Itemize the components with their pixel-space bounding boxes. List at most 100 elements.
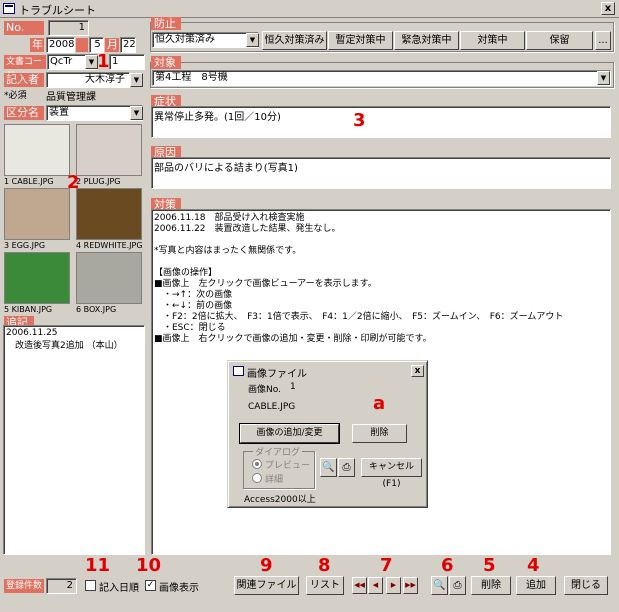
- last-record-icon[interactable]: ▶▶: [403, 577, 418, 594]
- thumbnail-label: 6 BOX.JPG: [76, 305, 117, 314]
- required-note: *必須: [4, 91, 27, 101]
- target-select[interactable]: 第4工程 8号機: [152, 70, 611, 86]
- image-file-dialog: 画像ファイル x 画像No. 1 CABLE.JPG a 画像の追加/変更 削除…: [227, 360, 428, 508]
- preview-icon[interactable]: 🔍: [431, 576, 448, 595]
- prevent-btn-inprogress[interactable]: 対策中: [460, 31, 525, 50]
- prevent-btn-hold[interactable]: 保留: [526, 31, 593, 50]
- thumbnail-label: 4 REDWHITE.JPG: [76, 241, 143, 250]
- annotation-3: 3: [353, 110, 366, 131]
- author-label: 記入者: [4, 73, 44, 87]
- dialog-group-label: ダイアログ: [253, 445, 303, 458]
- category-label: 区分名: [4, 106, 44, 120]
- count-label: 登録件数: [4, 579, 44, 593]
- prevent-more-button[interactable]: ...: [595, 31, 611, 50]
- thumbnail-label: 5 KIBAN.JPG: [4, 305, 53, 314]
- sort-by-date-checkbox[interactable]: [85, 580, 96, 591]
- thumbnail-grid: 1 CABLE.JPG 2 PLUG.JPG 3 EGG.JPG 4 REDWHITE…: [4, 124, 145, 318]
- target-label: 対象: [151, 56, 181, 69]
- dialog-titlebar: 画像ファイル x: [231, 364, 424, 380]
- measure-line: [154, 235, 608, 246]
- notes-textarea[interactable]: 2006.11.25 改造後写真2追加 （本山）: [3, 325, 145, 555]
- notes-text: 改造後写真2追加 （本山）: [6, 341, 123, 351]
- dialog-close-button[interactable]: x: [411, 365, 424, 377]
- measure-lines: 2006.11.18 部品受け入れ検査実施 2006.11.22 装置改造した結果…: [154, 213, 608, 345]
- symptom-textarea[interactable]: 異常停止多発。(1回／10分): [151, 106, 611, 138]
- dept-text: 品質管理課: [46, 92, 96, 103]
- annotation-1: 1: [97, 51, 110, 72]
- window-close-button[interactable]: x: [601, 2, 615, 15]
- close-button[interactable]: 閉じる: [564, 576, 608, 595]
- annotation-5: 5: [483, 555, 496, 576]
- category-dropdown-icon[interactable]: ▼: [130, 106, 143, 120]
- show-image-label: 画像表示: [159, 583, 199, 594]
- thumbnail-label: 2 PLUG.JPG: [76, 177, 121, 186]
- thumbnail-image[interactable]: [76, 124, 142, 176]
- first-record-icon[interactable]: ◀◀: [352, 577, 367, 594]
- thumbnail-image[interactable]: [4, 188, 70, 240]
- annotation-a: a: [373, 393, 386, 414]
- annotation-9: 9: [260, 555, 273, 576]
- author-dropdown-icon[interactable]: ▼: [130, 73, 143, 87]
- thumbnail-label: 1 CABLE.JPG: [4, 177, 54, 186]
- category-select[interactable]: 装置: [46, 105, 143, 121]
- measure-line: ■画像上 右クリックで画像の追加・変更・削除・印刷が可能です。: [154, 334, 432, 344]
- month-field[interactable]: 5: [89, 37, 104, 53]
- measure-line: 【画像の操作】: [154, 268, 218, 278]
- dialog-add-change-button[interactable]: 画像の追加/変更: [239, 423, 340, 444]
- prev-record-icon[interactable]: ◀: [368, 577, 383, 594]
- measure-line: 2006.11.22 装置改造した結果、発生なし。: [154, 224, 341, 234]
- measure-line: [154, 257, 608, 268]
- annotation-4: 4: [527, 555, 540, 576]
- doccode-label: 文書コード: [4, 55, 46, 81]
- prevent-btn-temporary[interactable]: 暫定対策中: [328, 31, 393, 50]
- no-label: No.: [4, 21, 44, 35]
- next-record-icon[interactable]: ▶: [386, 577, 401, 594]
- measure-line: 2006.11.18 部品受け入れ検査実施: [154, 213, 305, 223]
- dialog-filename: CABLE.JPG: [248, 402, 296, 412]
- measure-line: ・ESC：閉じる: [154, 323, 226, 333]
- measure-line: ・F2：2倍に拡大、 F3：1倍で表示、 F4：1／2倍に縮小、 F5：ズームイ…: [154, 312, 564, 322]
- related-files-button[interactable]: 関連ファイル: [234, 576, 299, 595]
- prevent-btn-permanent[interactable]: 恒久対策済み: [262, 31, 327, 50]
- measure-line: ■画像上 左クリックで画像ビューアーを表示します。: [154, 279, 377, 289]
- year-label: 年: [30, 38, 44, 52]
- year-field[interactable]: 2008: [46, 37, 75, 53]
- dialog-no-label: 画像No.: [248, 385, 281, 395]
- app-icon: [3, 3, 15, 14]
- add-button[interactable]: 追加: [516, 576, 556, 595]
- prevent-label: 防止: [151, 17, 181, 30]
- thumbnail-image[interactable]: [76, 188, 142, 240]
- thumbnail-image[interactable]: [76, 252, 142, 304]
- thumbnail-image[interactable]: [4, 124, 70, 176]
- dialog-cancel-button[interactable]: キャンセル(F1): [361, 458, 422, 489]
- annotation-11: 11: [85, 555, 111, 576]
- dialog-print-icon[interactable]: ⎙: [338, 458, 355, 477]
- preview-radio[interactable]: [252, 459, 262, 469]
- measure-line: *写真と内容はまったく無関係です。: [154, 246, 302, 256]
- thumbnail-image[interactable]: [4, 252, 70, 304]
- record-no-field: 1: [48, 20, 89, 36]
- target-dropdown-icon[interactable]: ▼: [597, 71, 610, 85]
- annotation-10: 10: [136, 555, 162, 576]
- cause-textarea[interactable]: 部品のバリによる詰まり(写真1): [151, 157, 611, 189]
- dialog-preview-icon[interactable]: 🔍: [320, 458, 337, 477]
- delete-button[interactable]: 削除: [471, 576, 511, 595]
- prevent-status-select[interactable]: 恒久対策済み: [152, 32, 259, 48]
- measure-line: ・→↑：次の画像: [154, 290, 233, 300]
- print-icon[interactable]: ⎙: [449, 576, 466, 595]
- prevent-dropdown-icon[interactable]: ▼: [246, 33, 259, 47]
- list-button[interactable]: リスト: [306, 576, 344, 595]
- show-image-checkbox[interactable]: ✓: [145, 580, 156, 591]
- dialog-delete-button[interactable]: 削除: [352, 424, 407, 443]
- day-field[interactable]: 22: [120, 37, 136, 53]
- author-select[interactable]: 大木淳子: [46, 72, 130, 88]
- count-field: 2: [46, 578, 77, 594]
- prevent-btn-urgent[interactable]: 緊急対策中: [394, 31, 459, 50]
- detail-radio[interactable]: [252, 473, 262, 483]
- window-title: トラブルシート: [19, 4, 96, 17]
- annotation-7: 7: [380, 555, 393, 576]
- annotation-2: 2: [67, 172, 80, 193]
- window-titlebar: トラブルシート x: [0, 0, 619, 18]
- doccode-dropdown-icon[interactable]: ▼: [85, 55, 98, 69]
- doccode-number-field[interactable]: 1: [109, 54, 145, 70]
